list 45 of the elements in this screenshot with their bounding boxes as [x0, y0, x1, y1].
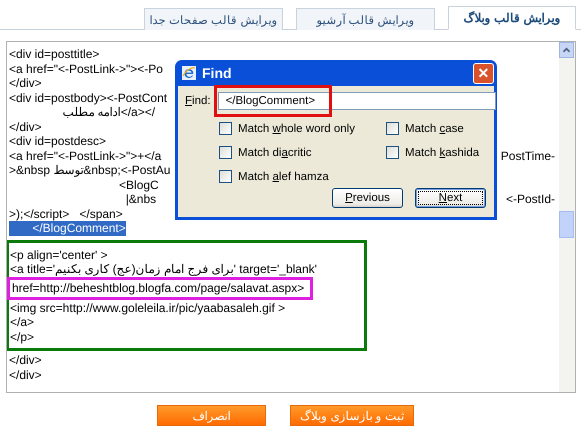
code-line: <BlogC: [118, 178, 159, 192]
scrollbar[interactable]: [559, 42, 575, 392]
browser-icon: [181, 65, 197, 81]
next-button[interactable]: Next: [415, 188, 486, 208]
checkbox-label[interactable]: Match diacritic: [238, 146, 312, 158]
code-line: <a href="<-PostLink->">+</a: [9, 148, 162, 163]
code-line: >&nbsp توسط&nbsp;<-PostAu: [9, 163, 170, 178]
code-line: </div>: [9, 368, 42, 382]
checkbox-label[interactable]: Match case: [405, 122, 464, 134]
checkbox[interactable]: [219, 170, 232, 183]
code-line: </a>: [10, 315, 34, 330]
tab[interactable]: ویرایش قالب وبلاگ: [448, 6, 576, 30]
checkbox-label[interactable]: Match alef hamza: [238, 170, 329, 182]
code-line: <div id=postdesc>: [9, 134, 106, 148]
dialog-title: Find: [202, 65, 232, 81]
code-line: <img src=http://www.goleleila.ir/pic/yaabasaleh.gif >: [10, 300, 286, 315]
checkbox[interactable]: [219, 122, 232, 135]
code-line: ادامه مطلب</a></: [61, 105, 156, 120]
code-line: PostTime-: [500, 148, 555, 163]
code-line: <div id=postbody><-PostCont: [9, 90, 168, 105]
code-line: <p align='center' >: [10, 248, 108, 262]
checkbox-label[interactable]: Match whole word only: [238, 122, 355, 134]
code-line: </div>: [9, 120, 42, 134]
code-line: <-PostId-: [506, 192, 555, 206]
code-line: </p>: [10, 330, 34, 344]
scroll-thumb[interactable]: [559, 211, 574, 238]
field-label: Find:: [185, 95, 211, 107]
checkbox[interactable]: [219, 146, 232, 159]
code-line: <div id=posttitle>: [9, 47, 100, 62]
scroll-up-icon[interactable]: [559, 42, 574, 58]
previous-button[interactable]: Previous: [332, 188, 403, 208]
code-line: <a href="<-PostLink->"><-Po: [9, 62, 163, 76]
checkbox[interactable]: [386, 146, 399, 159]
checkbox[interactable]: [386, 122, 399, 135]
find-field[interactable]: </BlogComment>: [218, 92, 496, 110]
code-line: </div>: [9, 353, 42, 368]
code-line: <a title='برای فرج امام زمان(عج) کاری بکنیم' target='_blank': [10, 262, 317, 276]
code-line: >);</script> </span>: [9, 206, 123, 221]
tab[interactable]: ویرایش قالب صفحات جدا: [144, 8, 283, 30]
checkbox-label[interactable]: Match kashida: [405, 146, 480, 158]
tab[interactable]: ویرایش قالب آرشیو: [296, 8, 435, 30]
code-line: |&nbs: [124, 192, 156, 206]
code-line: </div>: [9, 76, 42, 90]
close-button[interactable]: ✕: [473, 62, 494, 84]
code-line: href=http://beheshtblog.blogfa.com/page/salavat.aspx>: [12, 281, 304, 296]
